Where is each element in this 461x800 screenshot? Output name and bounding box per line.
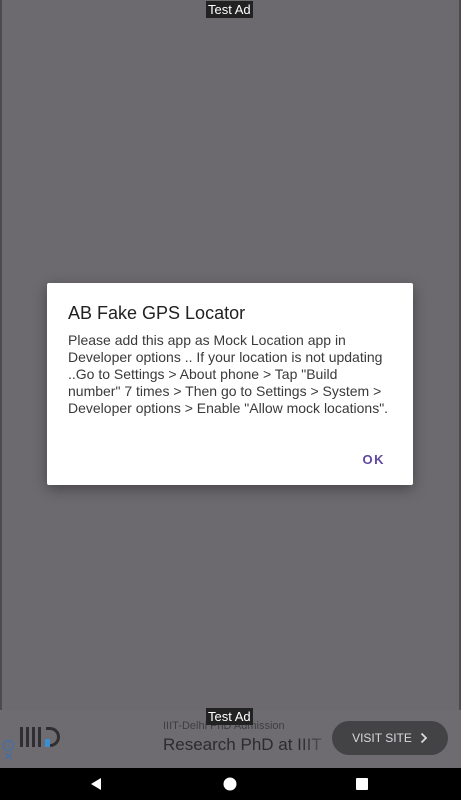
test-ad-label-bottom: Test Ad: [206, 708, 253, 725]
dialog-title: AB Fake GPS Locator: [68, 303, 246, 323]
app-screen: Test Ad AB Fake GPS Locator Please add t…: [0, 0, 461, 800]
visit-site-button[interactable]: VISIT SITE: [332, 721, 448, 755]
recents-button[interactable]: [342, 768, 382, 800]
info-icon[interactable]: i: [3, 740, 14, 751]
close-icon[interactable]: ✕: [4, 752, 13, 763]
screen-edge-left: [0, 0, 2, 768]
dialog-message: Please add this app as Mock Location app…: [68, 332, 389, 416]
back-icon: [91, 778, 101, 790]
alert-dialog: AB Fake GPS Locator Please add this app …: [47, 283, 413, 485]
test-ad-label-top: Test Ad: [206, 1, 253, 18]
home-button[interactable]: [210, 768, 250, 800]
recents-icon: [356, 778, 368, 790]
chevron-right-icon: [420, 732, 428, 744]
navigation-bar: [0, 768, 461, 800]
iiit-logo: [20, 727, 60, 747]
visit-site-label: VISIT SITE: [352, 731, 412, 745]
ok-button[interactable]: OK: [363, 452, 386, 467]
back-button[interactable]: [76, 768, 116, 800]
home-icon: [223, 777, 237, 791]
